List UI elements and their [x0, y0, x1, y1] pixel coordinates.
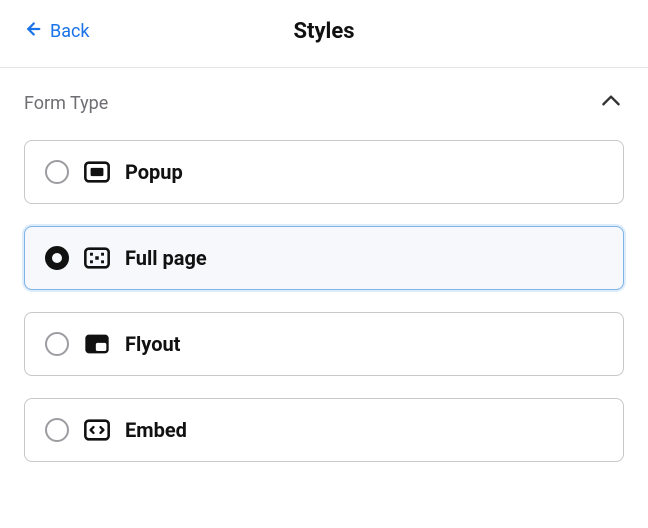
chevron-up-icon[interactable]: [598, 88, 624, 118]
option-label-full-page: Full page: [125, 246, 207, 270]
option-embed[interactable]: Embed: [24, 398, 624, 462]
radio-flyout[interactable]: [45, 332, 69, 356]
option-label-embed: Embed: [125, 418, 187, 442]
flyout-icon: [83, 330, 111, 358]
page-header: Back Styles: [0, 0, 648, 68]
section-header[interactable]: Form Type: [24, 88, 624, 140]
popup-icon: [83, 158, 111, 186]
form-type-section: Form Type Popup: [0, 68, 648, 462]
embed-icon: [83, 416, 111, 444]
back-arrow-icon: [20, 18, 42, 45]
fullpage-icon: [83, 244, 111, 272]
option-flyout[interactable]: Flyout: [24, 312, 624, 376]
option-popup[interactable]: Popup: [24, 140, 624, 204]
form-type-options: Popup Full page: [24, 140, 624, 462]
back-button[interactable]: Back: [20, 18, 90, 45]
radio-embed[interactable]: [45, 418, 69, 442]
back-label: Back: [50, 21, 90, 42]
radio-popup[interactable]: [45, 160, 69, 184]
section-label: Form Type: [24, 93, 108, 114]
page-title: Styles: [293, 19, 354, 44]
option-label-popup: Popup: [125, 160, 183, 184]
option-full-page[interactable]: Full page: [24, 226, 624, 290]
option-label-flyout: Flyout: [125, 332, 180, 356]
radio-full-page[interactable]: [45, 246, 69, 270]
